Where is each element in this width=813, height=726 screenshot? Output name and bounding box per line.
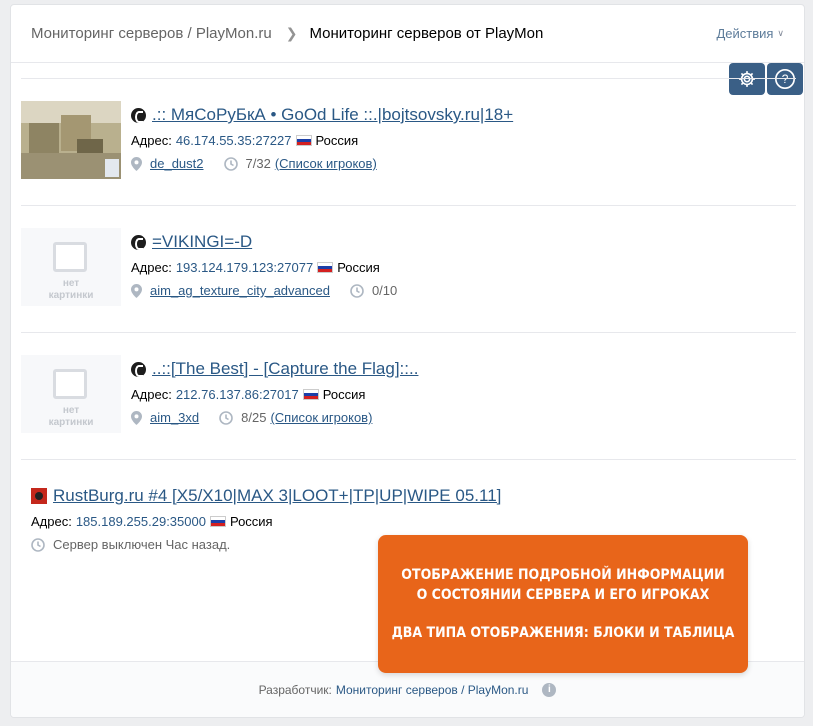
server-map[interactable]: de_dust2 xyxy=(150,156,204,171)
flag-russia-icon xyxy=(302,389,319,400)
breadcrumb-root[interactable]: Мониторинг серверов / PlayMon.ru xyxy=(31,25,272,42)
player-count: 0/10 xyxy=(371,283,398,298)
clock-icon xyxy=(31,537,45,552)
server-map[interactable]: aim_ag_texture_city_advanced xyxy=(150,283,330,298)
server-address[interactable]: 193.124.179.123:27077 xyxy=(176,260,313,275)
promo-line: ДВА ТИПА ОТОБРАЖЕНИЯ: БЛОКИ И ТАБЛИЦА xyxy=(391,625,735,641)
no-image-text: нет xyxy=(62,405,80,416)
game-icon xyxy=(131,361,146,377)
clock-icon xyxy=(350,283,364,298)
location-pin-icon xyxy=(131,410,142,425)
developer-label: Разработчик: xyxy=(258,682,332,697)
server-country: Россия xyxy=(315,133,359,148)
no-image-placeholder: нет картинки xyxy=(21,355,121,433)
no-image-text: картинки xyxy=(48,417,94,428)
flag-russia-icon xyxy=(209,516,226,527)
promo-line: О СОСТОЯНИИ СЕРВЕРА И ЕГО ИГРОКАХ xyxy=(416,587,710,603)
address-label: Адрес: xyxy=(131,133,172,148)
actions-label: Действия xyxy=(716,26,774,41)
clock-icon xyxy=(223,156,238,171)
player-count: 7/32 xyxy=(245,156,271,171)
page-title: Мониторинг серверов от PlayMon xyxy=(309,25,544,42)
server-title[interactable]: ..::[The Best] - [Capture the Flag]::.. xyxy=(152,359,418,379)
actions-menu[interactable]: Действия ∨ xyxy=(716,26,784,41)
no-image-text: нет xyxy=(62,278,80,289)
developer-link[interactable]: Мониторинг серверов / PlayMon.ru xyxy=(336,683,529,697)
map-thumbnail[interactable] xyxy=(21,101,121,179)
server-status: Сервер выключен Час назад. xyxy=(53,537,231,552)
image-icon xyxy=(53,369,87,399)
player-list-link[interactable]: (Список игроков) xyxy=(275,156,377,171)
flag-russia-icon xyxy=(317,262,334,273)
address-label: Адрес: xyxy=(131,387,172,402)
address-label: Адрес: xyxy=(31,514,72,529)
server-address[interactable]: 46.174.55.35:27227 xyxy=(176,133,292,148)
list-item: нет картинки ..::[The Best] - [Capture t… xyxy=(21,332,796,459)
server-title[interactable]: =VIKINGI=-D xyxy=(152,232,252,252)
flag-russia-icon xyxy=(295,135,312,146)
top-bar: Мониторинг серверов / PlayMon.ru ❯ Монит… xyxy=(11,5,804,63)
rust-game-icon xyxy=(31,488,47,504)
promo-line: ОТОБРАЖЕНИЕ ПОДРОБНОЙ ИНФОРМАЦИИ xyxy=(401,567,725,583)
list-item: нет картинки =VIKINGI=-D Адрес: 193.124.… xyxy=(21,205,796,332)
no-image-text: картинки xyxy=(48,290,94,301)
info-icon[interactable]: i xyxy=(542,682,557,697)
server-list: .:: МяСоРуБкА • GoOd Life ::.|bojtsovsky… xyxy=(21,78,796,579)
clock-icon xyxy=(219,410,233,425)
player-list-link[interactable]: (Список игроков) xyxy=(270,410,372,425)
server-address[interactable]: 185.189.255.29:35000 xyxy=(76,514,206,529)
location-pin-icon xyxy=(131,156,142,171)
server-country: Россия xyxy=(229,514,273,529)
server-country: Россия xyxy=(322,387,366,402)
player-count: 8/25 xyxy=(241,410,267,425)
image-icon xyxy=(53,242,87,272)
server-map[interactable]: aim_3xd xyxy=(150,410,199,425)
chevron-down-icon: ∨ xyxy=(777,28,784,38)
location-pin-icon xyxy=(131,283,142,298)
game-icon xyxy=(131,234,146,250)
list-item: .:: МяСоРуБкА • GoOd Life ::.|bojtsovsky… xyxy=(21,78,796,205)
promo-banner: ОТОБРАЖЕНИЕ ПОДРОБНОЙ ИНФОРМАЦИИ О СОСТО… xyxy=(378,535,748,673)
no-image-placeholder: нет картинки xyxy=(21,228,121,306)
chevron-right-icon: ❯ xyxy=(285,25,298,41)
server-title[interactable]: RustBurg.ru #4 [X5/X10|MAX 3|LOOT+|TP|UP… xyxy=(53,486,501,506)
server-address[interactable]: 212.76.137.86:27017 xyxy=(176,387,299,402)
server-country: Россия xyxy=(337,260,380,275)
server-title[interactable]: .:: МяСоРуБкА • GoOd Life ::.|bojtsovsky… xyxy=(152,105,513,125)
game-icon xyxy=(131,107,146,123)
address-label: Адрес: xyxy=(131,260,172,275)
